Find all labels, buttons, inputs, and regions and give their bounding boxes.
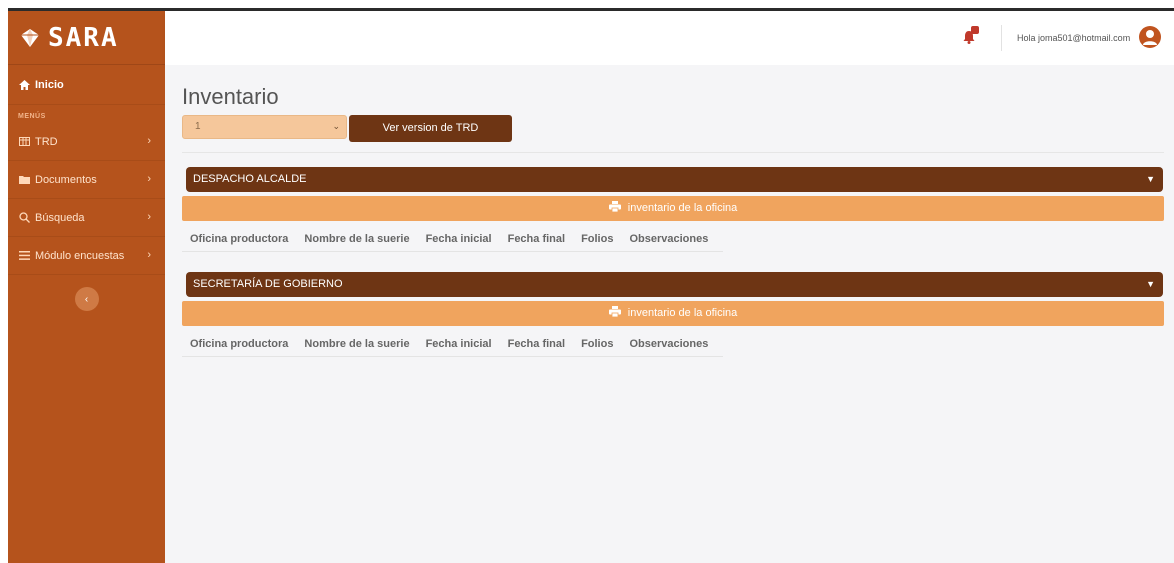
header-divider	[1001, 25, 1002, 51]
page-title: Inventario	[182, 84, 279, 109]
chevron-left-icon: ‹	[84, 293, 89, 305]
inventory-button-label: inventario de la oficina	[627, 307, 738, 319]
home-icon	[18, 79, 30, 91]
sidebar-item-label: Módulo encuestas	[35, 249, 125, 262]
office-accordion-header[interactable]: SECRETARÍA DE GOBIERNO ▼	[186, 272, 1163, 297]
list-icon	[18, 250, 30, 262]
user-icon	[1143, 30, 1157, 45]
logo[interactable]: SARA	[8, 11, 165, 65]
sidebar-item-documentos[interactable]: Documentos ›	[8, 161, 165, 199]
search-icon	[18, 212, 30, 224]
table-header-row: Oficina productora Nombre de la suerie F…	[182, 227, 723, 252]
office-accordion-header[interactable]: DESPACHO ALCALDE ▼	[186, 167, 1163, 192]
column-header: Folios	[581, 233, 614, 245]
column-header: Fecha final	[507, 233, 566, 245]
sidebar-item-label: Búsqueda	[35, 211, 85, 224]
chevron-right-icon: ›	[147, 249, 151, 261]
folder-icon	[18, 174, 30, 186]
inventory-button-label: inventario de la oficina	[627, 202, 738, 214]
column-header: Observaciones	[629, 233, 709, 245]
sidebar-item-label: TRD	[35, 135, 58, 148]
chevron-right-icon: ›	[147, 211, 151, 223]
menu-section-label: MENÚS	[18, 113, 46, 120]
office-section-secretaria-de-gobierno: SECRETARÍA DE GOBIERNO ▼ inventario de l…	[182, 272, 1164, 357]
column-header: Fecha final	[507, 338, 566, 350]
print-icon	[608, 306, 621, 317]
office-name: DESPACHO ALCALDE	[193, 173, 307, 185]
sidebar-item-label: Documentos	[35, 173, 97, 186]
chevron-right-icon: ›	[147, 173, 151, 185]
main-content: Inventario 1 ⌄ Ver version de TRD DESPAC…	[165, 65, 1174, 563]
office-section-despacho-alcalde: DESPACHO ALCALDE ▼ inventario de la ofic…	[182, 167, 1164, 252]
chevron-down-icon: ⌄	[332, 121, 340, 131]
diamond-logo-icon	[21, 28, 39, 47]
print-icon	[608, 201, 621, 212]
top-header: Hola joma501@hotmail.com	[165, 11, 1174, 65]
table-icon	[18, 136, 30, 148]
office-inventory-button[interactable]: inventario de la oficina	[182, 196, 1164, 221]
notification-badge	[971, 26, 979, 34]
brand-name: SARA	[48, 22, 119, 53]
user-greeting[interactable]: Hola joma501@hotmail.com	[1017, 33, 1130, 43]
view-trd-version-button[interactable]: Ver version de TRD	[349, 115, 512, 142]
sidebar: SARA Inicio MENÚS TRD › Documentos › Bús…	[8, 11, 165, 563]
caret-down-icon: ▼	[1146, 174, 1155, 184]
avatar[interactable]	[1139, 26, 1161, 48]
column-header: Folios	[581, 338, 614, 350]
sidebar-item-inicio[interactable]: Inicio	[8, 65, 165, 105]
column-header: Oficina productora	[190, 233, 289, 245]
sidebar-item-trd[interactable]: TRD ›	[8, 123, 165, 161]
table-header-row: Oficina productora Nombre de la suerie F…	[182, 332, 723, 357]
divider	[182, 152, 1164, 153]
column-header: Nombre de la suerie	[304, 233, 410, 245]
column-header: Fecha inicial	[425, 233, 492, 245]
version-select-value: 1	[195, 121, 201, 132]
sidebar-item-label: Inicio	[35, 78, 64, 91]
sidebar-item-modulo-encuestas[interactable]: Módulo encuestas ›	[8, 237, 165, 275]
column-header: Nombre de la suerie	[304, 338, 410, 350]
sidebar-collapse-button[interactable]: ‹	[74, 287, 99, 311]
caret-down-icon: ▼	[1146, 279, 1155, 289]
office-name: SECRETARÍA DE GOBIERNO	[193, 278, 343, 290]
column-header: Oficina productora	[190, 338, 289, 350]
sidebar-item-busqueda[interactable]: Búsqueda ›	[8, 199, 165, 237]
column-header: Fecha inicial	[425, 338, 492, 350]
chevron-right-icon: ›	[147, 135, 151, 147]
trd-version-select[interactable]: 1 ⌄	[182, 115, 347, 139]
column-header: Observaciones	[629, 338, 709, 350]
office-inventory-button[interactable]: inventario de la oficina	[182, 301, 1164, 326]
top-border	[0, 0, 1174, 11]
